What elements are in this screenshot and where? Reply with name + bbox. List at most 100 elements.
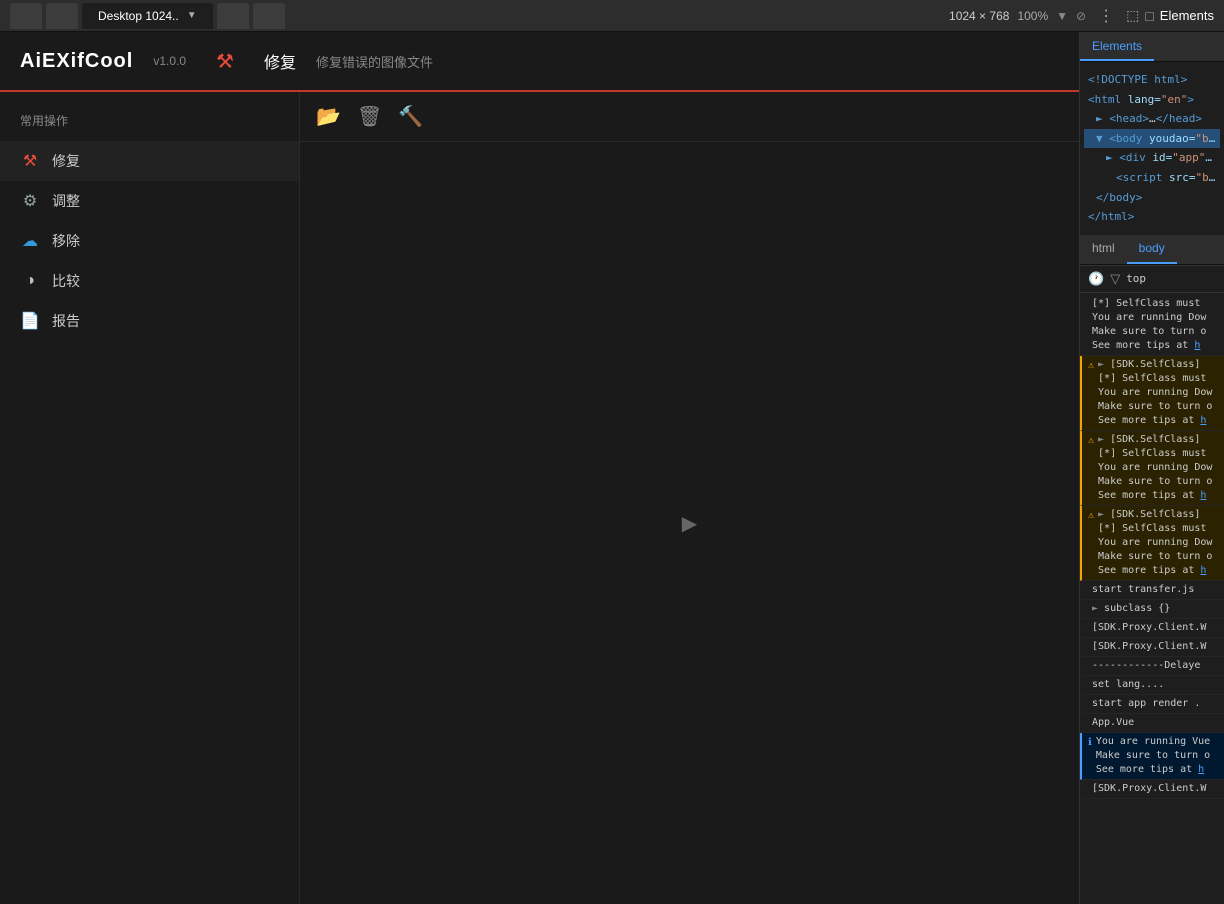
msg-icon-1: ⚠	[1088, 359, 1094, 428]
console-msg-5: ► subclass {}	[1080, 600, 1224, 619]
console-msg-13: [SDK.Proxy.Client.W	[1080, 780, 1224, 799]
browser-tabs: Desktop 1024.. ▼	[10, 3, 943, 29]
dom-line-div-app[interactable]: ► <div id="app" cl	[1084, 148, 1220, 168]
msg-icon-12: ℹ	[1088, 736, 1092, 777]
browser-tab-active[interactable]: Desktop 1024.. ▼	[82, 3, 213, 29]
msg-text-5: ► subclass {}	[1092, 602, 1170, 616]
browser-bar: Desktop 1024.. ▼ 1024 × 768 100% ▼ ⊘ ⋮ ⬚…	[0, 0, 1224, 32]
sidebar-item-report[interactable]: 📄 报告	[0, 301, 299, 341]
sidebar-item-remove-label: 移除	[52, 231, 80, 251]
msg-text-8: ------------Delaye	[1092, 659, 1200, 673]
report-icon: 📄	[20, 311, 40, 331]
browser-address: 1024 × 768 100% ▼ ⊘	[949, 9, 1086, 23]
console-msg-8: ------------Delaye	[1080, 657, 1224, 676]
console-msg-1: ⚠ ► [SDK.SelfClass][*] SelfClass mustYou…	[1080, 356, 1224, 431]
console-msg-0: [*] SelfClass mustYou are running DowMak…	[1080, 295, 1224, 356]
console-msg-12: ℹ You are running VueMake sure to turn o…	[1080, 733, 1224, 780]
msg-text-13: [SDK.Proxy.Client.W	[1092, 782, 1206, 796]
dom-line-body-close: </body>	[1084, 188, 1220, 208]
msg-text-0: [*] SelfClass mustYou are running DowMak…	[1092, 297, 1206, 353]
app-header: AiEXifCool v1.0.0 ⚒ 修复 修复错误的图像文件	[0, 32, 1079, 92]
sidebar-item-compare-label: 比较	[52, 271, 80, 291]
msg-icon-3: ⚠	[1088, 509, 1094, 578]
console-top-label: top	[1126, 272, 1146, 285]
zoom-level: 100%	[1017, 9, 1048, 23]
devtools-phone-icon[interactable]: □	[1145, 8, 1153, 24]
console-filter-icon[interactable]: ▽	[1110, 271, 1120, 287]
console-msg-4: start transfer.js	[1080, 581, 1224, 600]
devtools-tab-bar: Elements	[1080, 32, 1224, 62]
resolution-text: 1024 × 768	[949, 9, 1009, 23]
console-msg-3: ⚠ ► [SDK.SelfClass][*] SelfClass mustYou…	[1080, 506, 1224, 581]
remove-icon: ☁	[20, 231, 40, 251]
msg-text-11: App.Vue	[1092, 716, 1134, 730]
browser-menu-button[interactable]: ⋮	[1092, 6, 1120, 26]
browser-tab-inactive3[interactable]	[217, 3, 249, 29]
content-main: ▶	[300, 142, 1079, 904]
sidebar-item-remove[interactable]: ☁ 移除	[0, 221, 299, 261]
msg-text-2: ► [SDK.SelfClass][*] SelfClass mustYou a…	[1098, 433, 1212, 503]
dom-tree: <!DOCTYPE html> <html lang="en"> ► <head…	[1080, 62, 1224, 235]
msg-text-1: ► [SDK.SelfClass][*] SelfClass mustYou a…	[1098, 358, 1212, 428]
main-container: AiEXifCool v1.0.0 ⚒ 修复 修复错误的图像文件 常用操作 ⚒ …	[0, 32, 1224, 904]
devtools-icons: ⬚ □ Elements	[1126, 7, 1214, 24]
msg-text-10: start app render .	[1092, 697, 1200, 711]
browser-tab-inactive2[interactable]	[46, 3, 78, 29]
compare-icon: ◑	[20, 272, 40, 290]
console-area: 🕐 ▽ top [*] SelfClass mustYou are runnin…	[1080, 265, 1224, 904]
adjust-icon: ⚙	[20, 191, 40, 211]
sidebar-item-repair-label: 修复	[52, 151, 80, 171]
console-clock-icon[interactable]: 🕐	[1088, 271, 1104, 287]
body-subtab-label: body	[1139, 241, 1165, 255]
console-msg-11: App.Vue	[1080, 714, 1224, 733]
no-entry-icon: ⊘	[1076, 9, 1086, 23]
cursor-indicator: ▶	[682, 511, 697, 536]
header-title: 修复	[264, 49, 296, 73]
devtools-panel-label: Elements	[1160, 8, 1214, 23]
console-messages[interactable]: [*] SelfClass mustYou are running DowMak…	[1080, 293, 1224, 904]
dom-line-doctype: <!DOCTYPE html>	[1084, 70, 1220, 90]
tab-label: Desktop 1024..	[98, 9, 179, 23]
app-logo: AiEXifCool	[20, 50, 133, 73]
devtools-sub-tab-bar: html body	[1080, 235, 1224, 265]
open-folder-button[interactable]: 📂	[316, 104, 341, 129]
msg-text-12: You are running VueMake sure to turn oSe…	[1096, 735, 1210, 777]
browser-tab-inactive1[interactable]	[10, 3, 42, 29]
header-subtitle: 修复错误的图像文件	[316, 52, 433, 71]
dom-line-head[interactable]: ► <head>…</head>	[1084, 109, 1220, 129]
console-msg-2: ⚠ ► [SDK.SelfClass][*] SelfClass mustYou…	[1080, 431, 1224, 506]
content-toolbar: 📂 🗑 🔨	[300, 92, 1079, 142]
dom-line-html: <html lang="en">	[1084, 90, 1220, 110]
sidebar: 常用操作 ⚒ 修复 ⚙ 调整 ☁ 移除 ◑ 比较 📄	[0, 92, 300, 904]
browser-tab-inactive4[interactable]	[253, 3, 285, 29]
console-msg-6: [SDK.Proxy.Client.W	[1080, 619, 1224, 638]
sidebar-item-repair[interactable]: ⚒ 修复	[0, 141, 299, 181]
delete-button[interactable]: 🗑	[357, 104, 382, 129]
app-panel: AiEXifCool v1.0.0 ⚒ 修复 修复错误的图像文件 常用操作 ⚒ …	[0, 32, 1080, 904]
sidebar-item-compare[interactable]: ◑ 比较	[0, 261, 299, 301]
console-msg-10: start app render .	[1080, 695, 1224, 714]
dom-line-body[interactable]: ▼ <body youdao="bind	[1084, 129, 1220, 149]
app-body: 常用操作 ⚒ 修复 ⚙ 调整 ☁ 移除 ◑ 比较 📄	[0, 92, 1079, 904]
msg-text-3: ► [SDK.SelfClass][*] SelfClass mustYou a…	[1098, 508, 1212, 578]
msg-text-9: set lang....	[1092, 678, 1164, 692]
console-msg-7: [SDK.Proxy.Client.W	[1080, 638, 1224, 657]
devtools-tab-elements[interactable]: Elements	[1080, 32, 1154, 61]
elements-tab-label: Elements	[1092, 39, 1142, 53]
dom-line-script[interactable]: <script src="bun	[1084, 168, 1220, 188]
devtools-subtab-body[interactable]: body	[1127, 235, 1177, 264]
msg-icon-2: ⚠	[1088, 434, 1094, 503]
console-toolbar: 🕐 ▽ top	[1080, 265, 1224, 293]
devtools-panel: Elements <!DOCTYPE html> <html lang="en"…	[1080, 32, 1224, 904]
sidebar-item-adjust[interactable]: ⚙ 调整	[0, 181, 299, 221]
devtools-cursor-icon[interactable]: ⬚	[1126, 7, 1139, 24]
sidebar-section-title: 常用操作	[0, 112, 299, 141]
app-version: v1.0.0	[153, 54, 186, 68]
msg-text-4: start transfer.js	[1092, 583, 1194, 597]
dom-line-html-close: </html>	[1084, 207, 1220, 227]
console-msg-9: set lang....	[1080, 676, 1224, 695]
devtools-subtab-html[interactable]: html	[1080, 235, 1127, 264]
repair-button[interactable]: 🔨	[398, 104, 423, 129]
content-area: 📂 🗑 🔨 ▶	[300, 92, 1079, 904]
msg-text-7: [SDK.Proxy.Client.W	[1092, 640, 1206, 654]
